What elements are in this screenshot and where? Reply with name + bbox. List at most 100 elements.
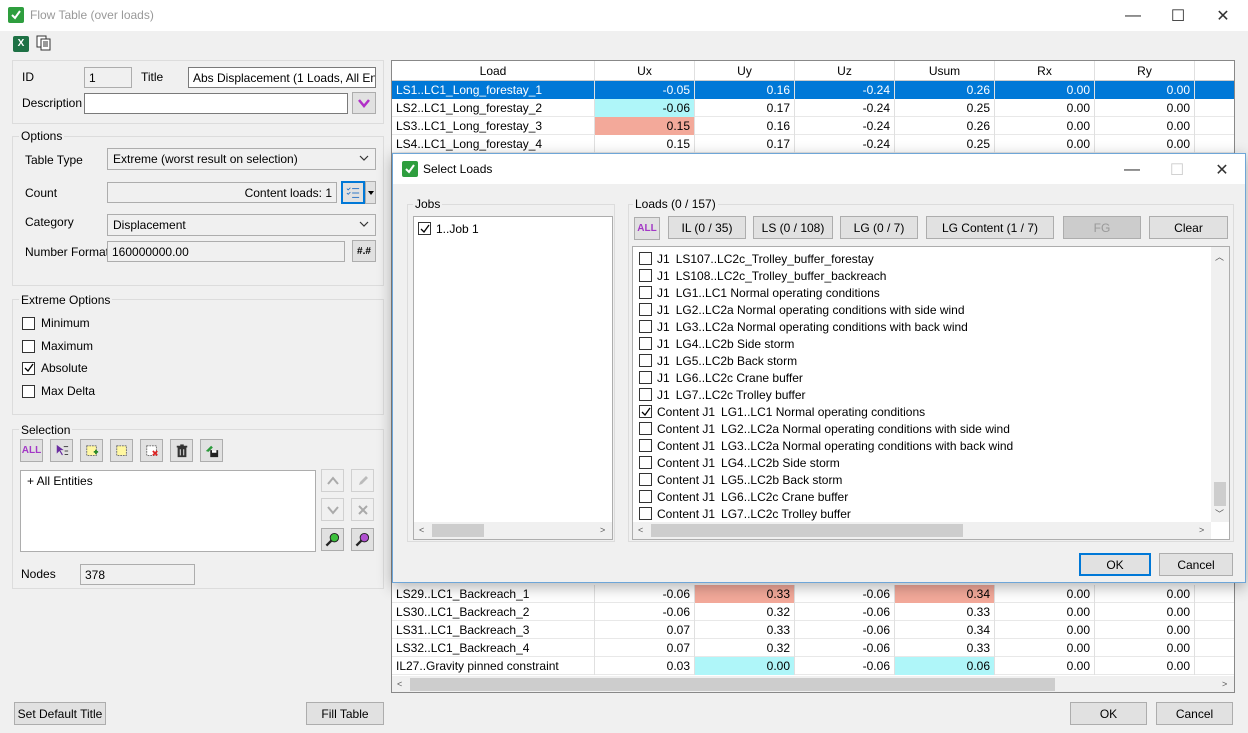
column-header[interactable]: Uz <box>795 61 895 81</box>
load-cell[interactable]: LS4..LC1_Long_forestay_4 <box>392 135 595 153</box>
value-cell[interactable]: 0.00 <box>995 621 1095 639</box>
value-cell[interactable]: 0.00 <box>1095 639 1195 657</box>
column-header[interactable]: Load <box>392 61 595 81</box>
load-item[interactable]: Content J1 LG4..LC2b Side storm <box>639 454 840 471</box>
table-row[interactable]: LS4..LC1_Long_forestay_4 0.15 0.17 -0.24 0.2… <box>392 135 1234 153</box>
value-cell[interactable]: 0.32 <box>695 639 795 657</box>
value-cell[interactable]: 0.00 <box>995 81 1095 99</box>
save-selection-button[interactable] <box>200 439 223 462</box>
scroll-thumb[interactable] <box>1214 482 1226 506</box>
loads-vscrollbar[interactable]: ︿ ﹀ <box>1211 247 1229 522</box>
load-item[interactable]: J1 LG3..LC2a Normal operating conditions … <box>639 318 968 335</box>
value-cell[interactable]: 0.17 <box>695 99 795 117</box>
edit-button[interactable] <box>351 469 374 492</box>
load-cell[interactable]: IL27..Gravity pinned constraint <box>392 657 595 675</box>
value-cell[interactable]: -0.06 <box>795 639 895 657</box>
value-cell[interactable]: 0.00 <box>995 639 1095 657</box>
value-cell[interactable]: -0.24 <box>795 81 895 99</box>
jobs-list[interactable]: 1..Job 1 < > <box>413 216 613 540</box>
dialog-minimize-button[interactable]: — <box>1109 154 1155 185</box>
category-select[interactable]: Displacement <box>107 214 376 236</box>
load-item[interactable]: Content J1 LG6..LC2c Crane buffer <box>639 488 848 505</box>
table-row[interactable]: LS29..LC1_Backreach_1 -0.06 0.33 -0.06 0.34 0… <box>392 585 1234 603</box>
delete-button[interactable] <box>170 439 193 462</box>
value-cell[interactable]: 0.00 <box>1095 99 1195 117</box>
dialog-maximize-button[interactable]: ☐ <box>1154 154 1200 185</box>
number-format-button[interactable]: #.# <box>352 240 376 262</box>
value-cell[interactable]: 0.34 <box>895 585 995 603</box>
filter-ls-button[interactable]: LS (0 / 108) <box>753 216 833 239</box>
job-item[interactable]: 1..Job 1 <box>418 220 479 237</box>
load-item[interactable]: J1 LG2..LC2a Normal operating conditions … <box>639 301 965 318</box>
grid-hscrollbar[interactable]: < > <box>392 676 1234 692</box>
value-cell[interactable]: 0.26 <box>895 117 995 135</box>
table-row[interactable]: IL27..Gravity pinned constraint 0.03 0.00-… <box>392 657 1234 675</box>
value-cell[interactable]: -0.05 <box>595 81 695 99</box>
table-row[interactable]: LS31..LC1_Backreach_3 0.07 0.33 -0.06 0.34 0.… <box>392 621 1234 639</box>
load-item[interactable]: Content J1 LG5..LC2b Back storm <box>639 471 842 488</box>
add-selection-button[interactable] <box>80 439 103 462</box>
table-row[interactable]: LS2..LC1_Long_forestay_2 -0.06 0.17 -0.24 0.… <box>392 99 1234 117</box>
value-cell[interactable]: -0.06 <box>595 585 695 603</box>
value-cell[interactable]: 0.00 <box>995 657 1095 675</box>
filter-lg-content-button[interactable]: LG Content (1 / 7) <box>926 216 1054 239</box>
dialog-close-button[interactable]: ✕ <box>1199 154 1245 185</box>
max-delta-checkbox[interactable]: Max Delta <box>22 384 95 398</box>
scroll-right-icon[interactable]: > <box>1199 525 1204 535</box>
value-cell[interactable]: -0.06 <box>595 99 695 117</box>
value-cell[interactable]: 0.00 <box>1095 81 1195 99</box>
value-cell[interactable]: 0.07 <box>595 639 695 657</box>
load-cell[interactable]: LS1..LC1_Long_forestay_1 <box>392 81 595 99</box>
value-cell[interactable]: -0.24 <box>795 117 895 135</box>
value-cell[interactable]: 0.33 <box>695 621 795 639</box>
select-list-button[interactable] <box>50 439 73 462</box>
close-button[interactable]: ✕ <box>1200 0 1246 31</box>
absolute-checkbox[interactable]: Absolute <box>22 361 88 375</box>
loads-hscrollbar[interactable]: < > <box>633 522 1211 539</box>
load-item[interactable]: Content J1 LG1..LC1 Normal operating cond… <box>639 403 925 420</box>
value-cell[interactable]: 0.00 <box>695 657 795 675</box>
fill-table-button[interactable]: Fill Table <box>306 702 384 725</box>
move-down-button[interactable] <box>321 498 344 521</box>
zoom-select-button[interactable] <box>351 528 374 551</box>
value-cell[interactable]: 0.16 <box>695 81 795 99</box>
maximum-checkbox[interactable]: Maximum <box>22 339 93 353</box>
maximize-button[interactable]: ☐ <box>1155 0 1201 31</box>
filter-all-button[interactable]: ALL <box>634 217 660 240</box>
clear-button[interactable]: Clear <box>1149 216 1228 239</box>
load-item[interactable]: J1 LG5..LC2b Back storm <box>639 352 797 369</box>
scroll-left-icon[interactable]: < <box>397 679 402 689</box>
value-cell[interactable]: -0.06 <box>795 621 895 639</box>
value-cell[interactable]: 0.17 <box>695 135 795 153</box>
remove-item-button[interactable] <box>351 498 374 521</box>
jobs-hscrollbar[interactable]: < > <box>414 522 612 539</box>
value-cell[interactable]: 0.00 <box>995 117 1095 135</box>
scroll-thumb[interactable] <box>410 678 1055 691</box>
cancel-button[interactable]: Cancel <box>1156 702 1233 725</box>
value-cell[interactable]: 0.00 <box>995 603 1095 621</box>
value-cell[interactable]: 0.15 <box>595 117 695 135</box>
filter-lg-button[interactable]: LG (0 / 7) <box>840 216 918 239</box>
value-cell[interactable]: 0.25 <box>895 135 995 153</box>
column-header[interactable]: Ux <box>595 61 695 81</box>
load-item[interactable]: J1 LG1..LC1 Normal operating conditions <box>639 284 880 301</box>
ok-button[interactable]: OK <box>1070 702 1147 725</box>
table-row[interactable]: LS30..LC1_Backreach_2 -0.06 0.32 -0.06 0.33 0… <box>392 603 1234 621</box>
value-cell[interactable]: 0.06 <box>895 657 995 675</box>
value-cell[interactable]: 0.16 <box>695 117 795 135</box>
value-cell[interactable]: 0.33 <box>895 603 995 621</box>
load-cell[interactable]: LS3..LC1_Long_forestay_3 <box>392 117 595 135</box>
value-cell[interactable]: -0.24 <box>795 135 895 153</box>
load-cell[interactable]: LS32..LC1_Backreach_4 <box>392 639 595 657</box>
scroll-down-icon[interactable]: ﹀ <box>1215 507 1224 520</box>
table-row[interactable]: LS32..LC1_Backreach_4 0.07 0.32 -0.06 0.33 0.… <box>392 639 1234 657</box>
load-item[interactable]: J1 LG7..LC2c Trolley buffer <box>639 386 806 403</box>
count-dropdown-button[interactable] <box>365 181 376 204</box>
load-item[interactable]: Content J1 LG3..LC2a Normal operating con… <box>639 437 1013 454</box>
scroll-right-icon[interactable]: > <box>600 525 605 535</box>
value-cell[interactable]: -0.06 <box>595 603 695 621</box>
set-default-title-button[interactable]: Set Default Title <box>14 702 106 725</box>
load-cell[interactable]: LS30..LC1_Backreach_2 <box>392 603 595 621</box>
zoom-button[interactable] <box>321 528 344 551</box>
scroll-left-icon[interactable]: < <box>638 525 643 535</box>
